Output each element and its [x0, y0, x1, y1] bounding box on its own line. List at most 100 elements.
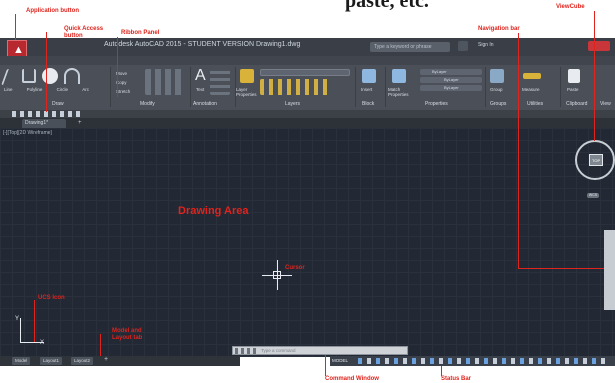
annotation-line	[100, 334, 101, 356]
arc-label: Arc	[82, 87, 89, 92]
model-space-toggle[interactable]: MODEL	[332, 357, 348, 365]
layout-tabs: Model Layout1 Layout2 +	[0, 356, 240, 366]
maximize-button[interactable]	[573, 41, 583, 51]
annotation-command-window: Command Window	[325, 376, 379, 382]
viewcube-top-label: TOP	[592, 158, 601, 163]
page-top-text: paste, etc.	[345, 0, 429, 12]
panel-label-block[interactable]: Block	[362, 100, 374, 108]
paste-label: Paste	[567, 87, 579, 92]
panel-divider	[560, 67, 561, 107]
panel-divider	[355, 67, 356, 107]
annotation-ribbon-panel: Ribbon Panel	[121, 30, 160, 36]
annotation-application-button: Application button	[26, 8, 79, 14]
text-icon[interactable]: A	[195, 67, 206, 85]
annotation-line	[518, 33, 519, 268]
layer-properties-label: Layer Properties	[236, 87, 257, 97]
ribbon-tabs: HomeInsertAnnotateParametricViewManageOu…	[0, 56, 615, 70]
modify-icons[interactable]	[145, 69, 185, 95]
command-window[interactable]: Type a command	[232, 346, 408, 355]
viewcube-top-face[interactable]: TOP	[589, 154, 603, 166]
measure-label: Measure	[522, 87, 540, 92]
panel-label-annotation[interactable]: Annotation	[193, 100, 217, 108]
viewcube[interactable]: TOP	[575, 140, 615, 180]
measure-icon[interactable]	[523, 73, 541, 79]
panel-label-properties[interactable]: Properties	[425, 100, 448, 108]
match-properties-icon[interactable]	[392, 69, 406, 83]
navigation-bar[interactable]	[604, 230, 615, 310]
annotation-line	[46, 32, 47, 112]
annotation-line	[325, 355, 326, 376]
stretch-button[interactable]: Stretch	[116, 87, 130, 96]
annotation-model-layout-tab: Model and Layout tab	[112, 328, 143, 341]
layer-properties-icon[interactable]	[240, 69, 254, 83]
file-tab-bar: Drawing1* +	[0, 118, 615, 128]
annotation-status-bar: Status Bar	[441, 376, 472, 382]
arc-icon[interactable]	[64, 68, 80, 84]
copy-button[interactable]: Copy	[116, 78, 130, 87]
annotation-quick-access: Quick Access button	[64, 26, 104, 39]
ucs-y-label: Y	[15, 316, 20, 322]
quick-access-icons[interactable]	[12, 111, 82, 117]
close-button[interactable]	[588, 41, 610, 51]
annotation-cursor: Cursor	[285, 265, 305, 271]
wcs-menu[interactable]: WCS	[587, 193, 599, 198]
annotation-navigation-bar: Navigation bar	[478, 26, 520, 32]
search-icon[interactable]	[458, 41, 468, 51]
polyline-label: Polyline	[26, 87, 43, 92]
insert-label: Insert	[361, 87, 373, 92]
annotation-ucs-icon: UCS Icon	[38, 295, 65, 301]
search-input[interactable]: Type a keyword or phrase	[370, 42, 450, 52]
annotation-viewcube: ViewCube	[556, 4, 585, 10]
annotation-icons[interactable]	[210, 69, 230, 95]
autocad-logo-icon: ▲	[13, 44, 24, 56]
title-bar: Autodesk AutoCAD 2015 - STUDENT VERSION …	[0, 38, 615, 56]
panel-label-layers[interactable]: Layers	[285, 100, 300, 108]
panel-label-groups[interactable]: Groups	[490, 100, 506, 108]
paste-icon[interactable]	[568, 69, 580, 83]
tab-layout1[interactable]: Layout1	[40, 357, 63, 365]
line-label: Line	[4, 87, 13, 92]
group-icon[interactable]	[490, 69, 504, 83]
layer-tool-icons[interactable]	[260, 79, 330, 95]
annotation-line	[117, 37, 118, 97]
sign-in-button[interactable]: Sign In	[478, 42, 494, 48]
viewport-label[interactable]: [-][Top][2D Wireframe]	[3, 130, 52, 136]
annotation-line	[15, 14, 16, 40]
command-window-icons[interactable]	[235, 348, 257, 354]
status-bar: MODEL	[330, 356, 615, 366]
annotation-line	[34, 300, 35, 342]
file-tab-drawing1[interactable]: Drawing1*	[22, 119, 66, 128]
move-button[interactable]: Move	[116, 69, 130, 78]
panel-label-draw[interactable]: Draw	[52, 100, 64, 108]
ribbon-panel: Line Polyline Circle Arc Move Copy Stret…	[0, 65, 615, 110]
add-layout-icon[interactable]: +	[104, 356, 108, 363]
polyline-icon[interactable]	[22, 69, 36, 83]
color-dropdown[interactable]: ByLayer	[420, 69, 482, 75]
annotation-line	[518, 268, 604, 269]
status-toggle-icons[interactable]	[358, 358, 608, 364]
panel-divider	[190, 67, 191, 107]
minimize-button[interactable]	[560, 41, 570, 51]
panel-divider	[385, 67, 386, 107]
panel-label-view[interactable]: View	[600, 100, 611, 108]
insert-block-icon[interactable]	[362, 69, 376, 83]
new-tab-icon[interactable]: +	[78, 120, 82, 126]
layer-dropdown[interactable]	[260, 69, 350, 76]
panel-label-utilities[interactable]: Utilities	[527, 100, 543, 108]
panel-label-modify[interactable]: Modify	[140, 100, 155, 108]
panel-label-clipboard[interactable]: Clipboard	[566, 100, 587, 108]
cursor-pickbox	[273, 271, 281, 279]
panel-divider	[485, 67, 486, 107]
annotation-line	[441, 366, 442, 376]
ucs-x-label: X	[40, 340, 45, 346]
command-input[interactable]: Type a command	[261, 348, 296, 353]
line-icon[interactable]	[1, 69, 19, 85]
tab-model[interactable]: Model	[12, 357, 31, 365]
tab-layout2[interactable]: Layout2	[71, 357, 94, 365]
drawing-area[interactable]: [-][Top][2D Wireframe] Y X	[0, 128, 615, 357]
annotation-line	[594, 11, 595, 141]
linetype-dropdown[interactable]: ByLayer	[420, 77, 482, 83]
circle-icon[interactable]	[42, 68, 58, 84]
ucs-y-axis	[20, 318, 21, 342]
lineweight-dropdown[interactable]: ByLayer	[420, 85, 482, 91]
